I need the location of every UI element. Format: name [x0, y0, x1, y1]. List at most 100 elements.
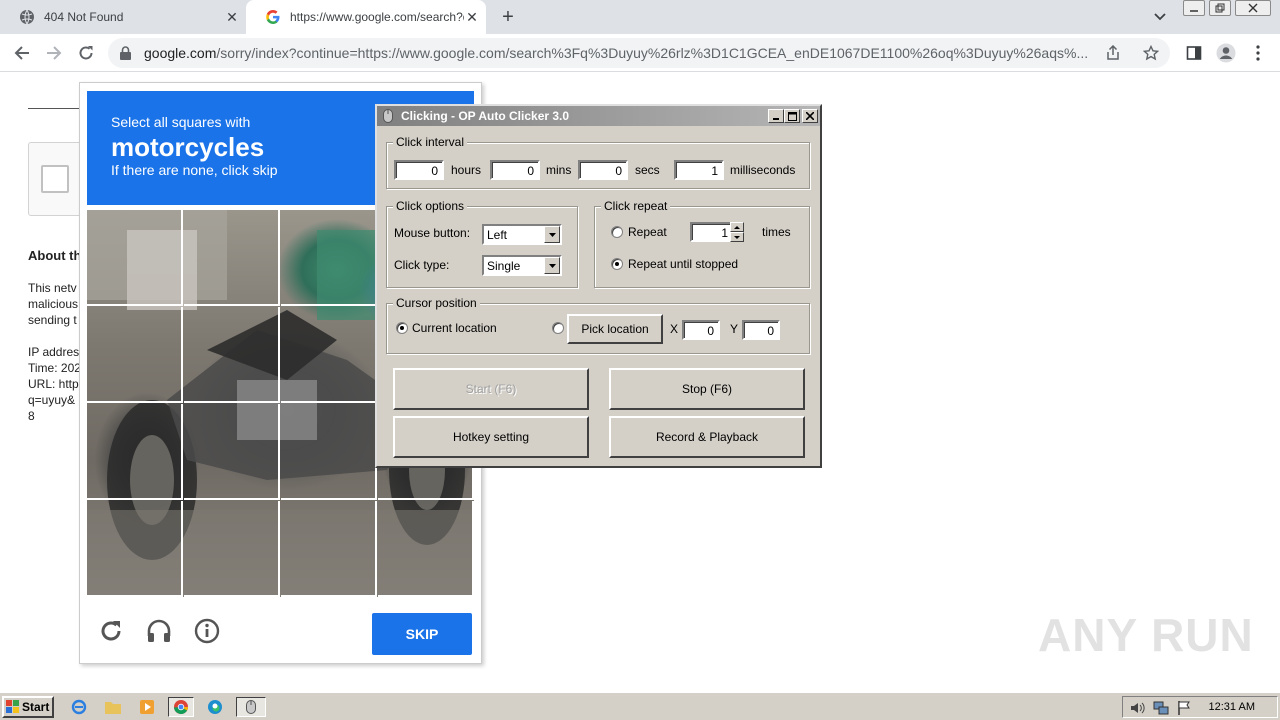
- headphones-icon[interactable]: [145, 617, 173, 645]
- grid-tile[interactable]: [87, 210, 183, 306]
- hotkey-setting-button[interactable]: Hotkey setting: [393, 416, 589, 458]
- click-type-select[interactable]: Single: [482, 255, 562, 276]
- close-icon[interactable]: ✕: [464, 9, 480, 25]
- folder-icon[interactable]: [102, 697, 124, 717]
- grid-tile[interactable]: [87, 404, 183, 500]
- bookmark-star-icon[interactable]: [1140, 42, 1162, 64]
- grid-tile[interactable]: [378, 501, 474, 597]
- chrome-icon[interactable]: [168, 697, 194, 717]
- hours-input[interactable]: 0: [394, 160, 444, 180]
- stop-button[interactable]: Stop (F6): [609, 368, 805, 410]
- grid-tile[interactable]: [184, 404, 280, 500]
- close-icon[interactable]: ✕: [224, 9, 240, 25]
- about-heading: About th: [28, 248, 82, 263]
- repeat-until-stopped-label: Repeat until stopped: [628, 257, 739, 271]
- grid-tile[interactable]: [184, 307, 280, 403]
- repeat-radio[interactable]: [611, 226, 623, 238]
- auto-clicker-taskbar-icon[interactable]: [236, 697, 266, 717]
- click-type-value: Single: [487, 259, 521, 273]
- media-player-icon[interactable]: [136, 697, 158, 717]
- pick-location-button[interactable]: Pick location: [567, 314, 663, 344]
- share-icon[interactable]: [1102, 42, 1124, 64]
- dropdown-arrow-icon[interactable]: [544, 226, 560, 243]
- current-location-radio[interactable]: [396, 322, 408, 334]
- grid-tile[interactable]: [184, 501, 280, 597]
- group-title: Click repeat: [601, 199, 671, 213]
- grid-tile[interactable]: [87, 501, 183, 597]
- window-title: Clicking - OP Auto Clicker 3.0: [401, 109, 570, 123]
- edge-icon[interactable]: [204, 697, 226, 717]
- reload-icon[interactable]: [74, 41, 98, 65]
- network-icon[interactable]: [1153, 700, 1169, 720]
- window-title-bar[interactable]: Clicking - OP Auto Clicker 3.0: [377, 106, 820, 126]
- new-tab-button[interactable]: +: [496, 5, 520, 29]
- click-options-group: Click options Mouse button: Left Click t…: [386, 199, 578, 288]
- side-panel-icon[interactable]: [1182, 41, 1206, 65]
- grid-tile[interactable]: [184, 210, 280, 306]
- action-center-flag-icon[interactable]: [1177, 700, 1191, 720]
- mins-input[interactable]: 0: [490, 160, 540, 180]
- lock-icon[interactable]: [120, 46, 134, 60]
- browser-tab-strip: 404 Not Found ✕ https://www.google.com/s…: [0, 0, 1280, 34]
- y-label: Y: [730, 322, 739, 336]
- click-repeat-group: Click repeat Repeat 1 times Repeat until…: [594, 199, 810, 288]
- mins-label: mins: [546, 163, 572, 177]
- internet-explorer-icon[interactable]: [68, 697, 90, 717]
- x-coordinate-input[interactable]: 0: [682, 320, 720, 340]
- tab-404-not-found[interactable]: 404 Not Found ✕: [0, 0, 246, 34]
- hours-label: hours: [451, 163, 482, 177]
- start-button[interactable]: Start (F6): [393, 368, 589, 410]
- profile-avatar-icon[interactable]: [1214, 41, 1238, 65]
- grid-tile[interactable]: [281, 501, 377, 597]
- repeat-until-stopped-radio[interactable]: [611, 258, 623, 270]
- dropdown-arrow-icon[interactable]: [544, 257, 560, 274]
- y-coordinate-input[interactable]: 0: [742, 320, 780, 340]
- address-bar[interactable]: google.com/sorry/index?continue=https://…: [108, 38, 1170, 68]
- maximize-button[interactable]: [784, 109, 800, 123]
- mouse-button-select[interactable]: Left: [482, 224, 562, 245]
- repeat-label: Repeat: [628, 225, 667, 239]
- mouse-icon: [381, 109, 395, 123]
- secs-label: secs: [635, 163, 660, 177]
- skip-button[interactable]: SKIP: [372, 613, 472, 655]
- grid-tile[interactable]: [281, 307, 377, 403]
- kebab-menu-icon[interactable]: [1246, 41, 1270, 65]
- mouse-button-label: Mouse button:: [394, 226, 471, 240]
- spin-up-icon[interactable]: [730, 222, 744, 232]
- grid-tile[interactable]: [87, 307, 183, 403]
- spin-down-icon[interactable]: [730, 232, 744, 242]
- close-window-button[interactable]: [1235, 0, 1271, 16]
- close-button[interactable]: [802, 109, 818, 123]
- recaptcha-checkbox[interactable]: [41, 165, 69, 193]
- tab-title: https://www.google.com/search?q=: [290, 10, 464, 24]
- group-title: Cursor position: [393, 296, 480, 310]
- reload-challenge-icon[interactable]: [97, 617, 125, 645]
- forward-arrow-icon[interactable]: [42, 41, 66, 65]
- repeat-count-input[interactable]: 1: [690, 222, 734, 242]
- challenge-footer: SKIP: [87, 605, 474, 657]
- volume-icon[interactable]: [1129, 700, 1145, 720]
- restore-window-button[interactable]: [1209, 0, 1231, 16]
- chevron-down-icon[interactable]: [1150, 8, 1170, 26]
- group-title: Click options: [393, 199, 468, 213]
- minimize-button[interactable]: [768, 109, 784, 123]
- milliseconds-input[interactable]: 1: [674, 160, 724, 180]
- tab-google-search[interactable]: https://www.google.com/search?q= ✕: [246, 0, 486, 34]
- back-arrow-icon[interactable]: [10, 41, 34, 65]
- mouse-button-value: Left: [487, 228, 508, 242]
- taskbar-clock[interactable]: 12:31 AM: [1209, 701, 1255, 713]
- secs-input[interactable]: 0: [578, 160, 628, 180]
- google-icon: [265, 9, 281, 25]
- record-playback-button[interactable]: Record & Playback: [609, 416, 805, 458]
- info-icon[interactable]: [193, 617, 221, 645]
- tab-title: 404 Not Found: [44, 10, 124, 24]
- start-button[interactable]: Start: [2, 696, 54, 718]
- pick-location-radio[interactable]: [552, 322, 564, 334]
- minimize-window-button[interactable]: [1183, 0, 1205, 16]
- globe-icon: [19, 9, 35, 25]
- windows-logo-icon: [6, 700, 20, 714]
- grid-tile[interactable]: [281, 404, 377, 500]
- current-location-label: Current location: [412, 321, 497, 335]
- grid-tile[interactable]: [281, 210, 377, 306]
- repeat-spinner[interactable]: [730, 222, 744, 242]
